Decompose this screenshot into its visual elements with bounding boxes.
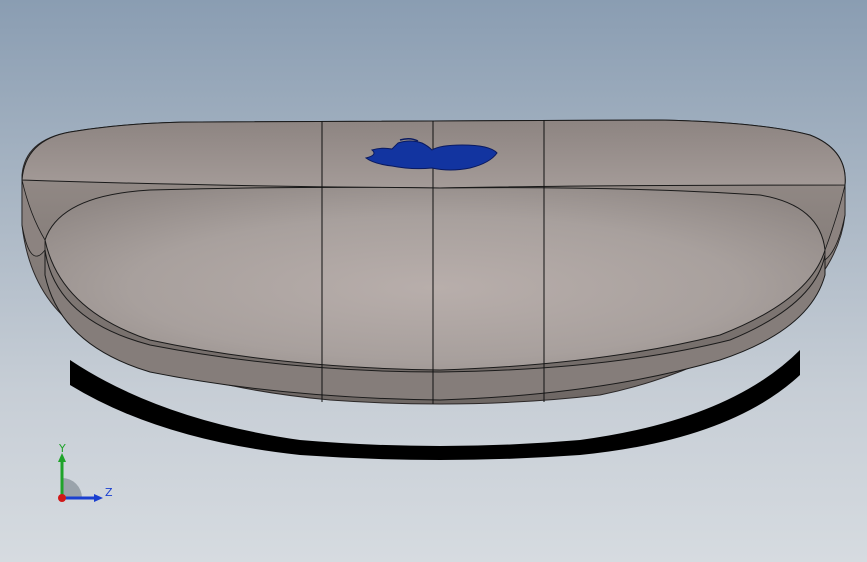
y-axis-label: Y [58,442,66,455]
model-view[interactable] [0,0,867,562]
x-axis-dot [58,494,66,502]
graphics-viewport[interactable]: Y Z [0,0,867,562]
z-axis-label: Z [105,486,113,499]
z-axis-arrow [94,494,103,502]
triad-quadrant [62,478,82,498]
orientation-triad: Y Z [58,442,113,502]
